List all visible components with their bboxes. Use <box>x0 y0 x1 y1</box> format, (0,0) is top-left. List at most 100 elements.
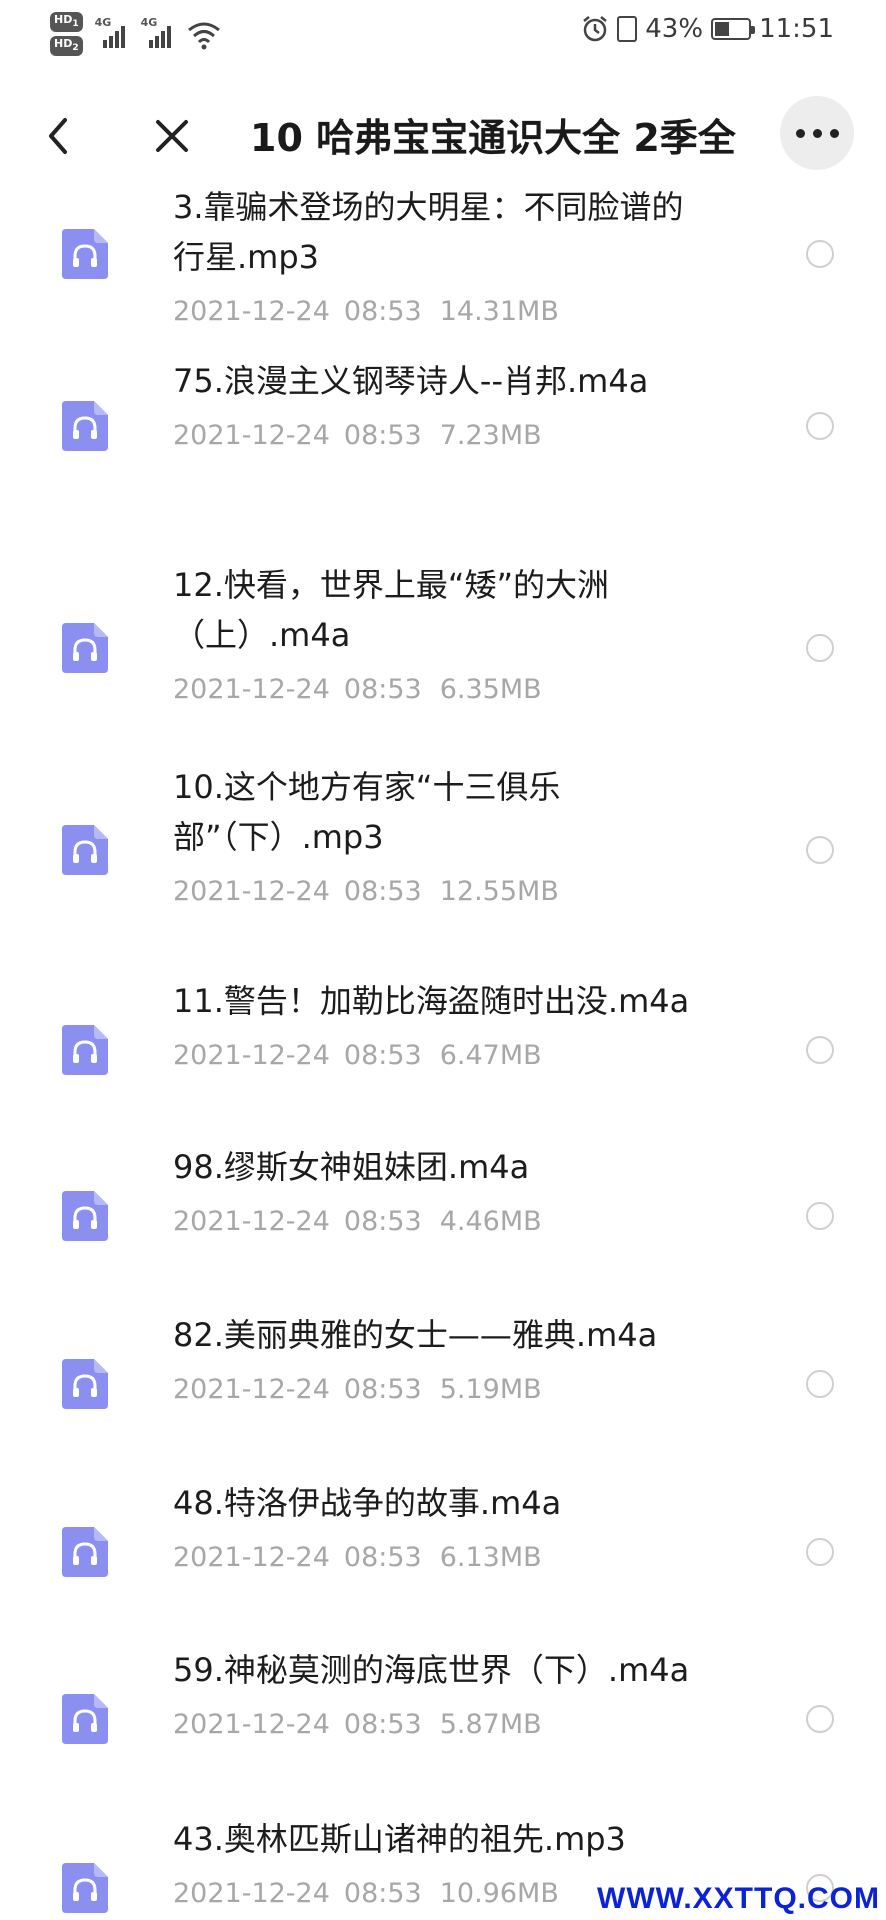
file-meta: 2021-12-24 08:53 5.87MB <box>173 1707 542 1743</box>
file-time: 08:53 <box>343 674 422 705</box>
select-radio[interactable] <box>806 240 834 268</box>
select-radio[interactable] <box>806 634 834 662</box>
page-title: 10 哈弗宝宝通识大全 2季全 <box>250 116 736 160</box>
file-name: 82.美丽典雅的女士——雅典.m4a <box>173 1310 753 1360</box>
list-item[interactable]: 82.美丽典雅的女士——雅典.m4a 2021-12-24 08:53 5.19MB <box>0 1304 886 1494</box>
file-name: 59.神秘莫测的海底世界（下）.m4a <box>173 1645 753 1695</box>
chevron-left-icon <box>49 118 67 154</box>
hd2-sub: 2 <box>72 43 79 54</box>
list-item[interactable]: 10.这个地方有家“十三俱乐 部”（下）.mp3 2021-12-24 08:53 12… <box>0 756 886 946</box>
list-item[interactable]: 98.缪斯女神姐妹团.m4a 2021-12-24 08:53 4.46MB <box>0 1136 886 1326</box>
file-meta: 2021-12-24 08:53 4.46MB <box>173 1204 542 1240</box>
file-size: 14.31MB <box>439 296 559 327</box>
audio-file-icon <box>62 1191 108 1241</box>
file-name-line: 59.神秘莫测的海底世界（下）.m4a <box>173 1651 690 1689</box>
file-name-line: 11.警告！加勒比海盗随时出没.m4a <box>173 982 690 1020</box>
hd1-text: HD <box>54 13 73 26</box>
file-size: 6.47MB <box>439 1040 542 1071</box>
more-dot <box>829 128 839 138</box>
select-radio[interactable] <box>806 1202 834 1230</box>
file-size: 6.35MB <box>439 674 542 705</box>
list-item[interactable]: 12.快看，世界上最“矮”的大洲 （上）.m4a 2021-12-24 08:53 6.… <box>0 554 886 744</box>
battery-percent: 43% <box>645 14 704 44</box>
file-meta: 2021-12-24 08:53 6.35MB <box>173 672 542 708</box>
file-name-line: 48.特洛伊战争的故事.m4a <box>173 1484 562 1522</box>
select-radio[interactable] <box>806 1036 834 1064</box>
file-meta: 2021-12-24 08:53 6.47MB <box>173 1038 542 1074</box>
wifi-icon <box>187 22 220 50</box>
file-name: 12.快看，世界上最“矮”的大洲 （上）.m4a <box>173 560 753 660</box>
hd2-text: HD <box>54 37 73 51</box>
file-name: 3.靠骗术登场的大明星：不同脸谱的 行星.mp3 <box>173 184 753 282</box>
status-bar: HD1 HD2 4G 4G 43% 11:51 <box>0 0 886 70</box>
file-time: 08:53 <box>343 1709 422 1740</box>
back-button[interactable] <box>30 104 86 168</box>
audio-file-icon <box>62 825 108 875</box>
file-time: 08:53 <box>343 1040 422 1071</box>
more-dot <box>812 128 822 138</box>
audio-file-icon <box>62 229 108 279</box>
screen: HD1 HD2 4G 4G 43% 11:51 10 哈弗宝宝通识大全 2季全 … <box>0 0 886 1920</box>
file-date: 2021-12-24 <box>173 1709 330 1740</box>
file-meta: 2021-12-24 08:53 10.96MB <box>173 1876 559 1912</box>
alarm-icon <box>583 16 608 42</box>
file-name: 11.警告！加勒比海盗随时出没.m4a <box>173 976 753 1026</box>
signal-2-label: 4G <box>140 16 158 29</box>
file-name-line: （上）.m4a <box>173 616 351 654</box>
file-name-line: 12.快看，世界上最“矮”的大洲 <box>173 566 610 604</box>
list-item[interactable]: 59.神秘莫测的海底世界（下）.m4a 2021-12-24 08:53 5.87MB <box>0 1639 886 1829</box>
file-time: 08:53 <box>343 1374 422 1405</box>
audio-file-icon <box>62 1359 108 1409</box>
close-button[interactable] <box>142 104 202 168</box>
file-name-line: 部”（下）.mp3 <box>173 818 384 856</box>
vibrate-icon <box>617 16 638 42</box>
file-date: 2021-12-24 <box>173 674 330 705</box>
select-radio[interactable] <box>806 412 834 440</box>
file-date: 2021-12-24 <box>173 1040 330 1071</box>
app-header: 10 哈弗宝宝通识大全 2季全 <box>0 88 886 184</box>
file-size: 10.96MB <box>439 1878 559 1909</box>
list-item[interactable]: 3.靠骗术登场的大明星：不同脸谱的 行星.mp3 2021-12-24 08:53 14… <box>0 184 886 366</box>
audio-file-icon <box>62 1694 108 1744</box>
file-date: 2021-12-24 <box>173 420 330 451</box>
file-name: 48.特洛伊战争的故事.m4a <box>173 1478 753 1528</box>
file-time: 08:53 <box>343 1542 422 1573</box>
list-item[interactable]: 48.特洛伊战争的故事.m4a 2021-12-24 08:53 6.13MB <box>0 1472 886 1662</box>
file-time: 08:53 <box>343 296 422 327</box>
hd2-badge: HD2 <box>50 36 83 57</box>
more-dot <box>795 128 805 138</box>
signal-2-icon: 4G <box>140 16 175 48</box>
file-time: 08:53 <box>343 1878 422 1909</box>
select-radio[interactable] <box>806 1538 834 1566</box>
select-radio[interactable] <box>806 1705 834 1733</box>
file-time: 08:53 <box>343 420 422 451</box>
file-name-line: 43.奥林匹斯山诸神的祖先.mp3 <box>173 1820 626 1858</box>
file-name: 98.缪斯女神姐妹团.m4a <box>173 1142 753 1192</box>
file-date: 2021-12-24 <box>173 876 330 907</box>
signal-1-label: 4G <box>94 16 112 29</box>
more-button[interactable] <box>780 96 854 170</box>
list-item[interactable]: 11.警告！加勒比海盗随时出没.m4a 2021-12-24 08:53 6.47MB <box>0 970 886 1160</box>
audio-file-icon <box>62 1025 108 1075</box>
file-meta: 2021-12-24 08:53 7.23MB <box>173 418 542 454</box>
signal-1-icon: 4G <box>94 16 129 48</box>
file-meta: 2021-12-24 08:53 6.13MB <box>173 1540 542 1576</box>
select-radio[interactable] <box>806 836 834 864</box>
file-name-line: 3.靠骗术登场的大明星：不同脸谱的 <box>173 188 684 226</box>
file-name-line: 82.美丽典雅的女士——雅典.m4a <box>173 1316 658 1354</box>
status-bar-right: 43% 11:51 <box>581 14 834 44</box>
clock: 11:51 <box>759 14 834 44</box>
list-item[interactable]: 75.浪漫主义钢琴诗人--肖邦.m4a 2021-12-24 08:53 7.23MB <box>0 350 886 540</box>
file-time: 08:53 <box>343 1206 422 1237</box>
hd1-badge: HD1 <box>50 12 83 33</box>
file-size: 4.46MB <box>439 1206 542 1237</box>
file-size: 7.23MB <box>439 420 542 451</box>
close-icon <box>156 120 188 152</box>
file-date: 2021-12-24 <box>173 1374 330 1405</box>
file-date: 2021-12-24 <box>173 1878 330 1909</box>
file-size: 5.87MB <box>439 1709 542 1740</box>
battery-icon <box>711 18 756 40</box>
file-meta: 2021-12-24 08:53 14.31MB <box>173 294 559 330</box>
select-radio[interactable] <box>806 1370 834 1398</box>
file-name-line: 98.缪斯女神姐妹团.m4a <box>173 1148 530 1186</box>
